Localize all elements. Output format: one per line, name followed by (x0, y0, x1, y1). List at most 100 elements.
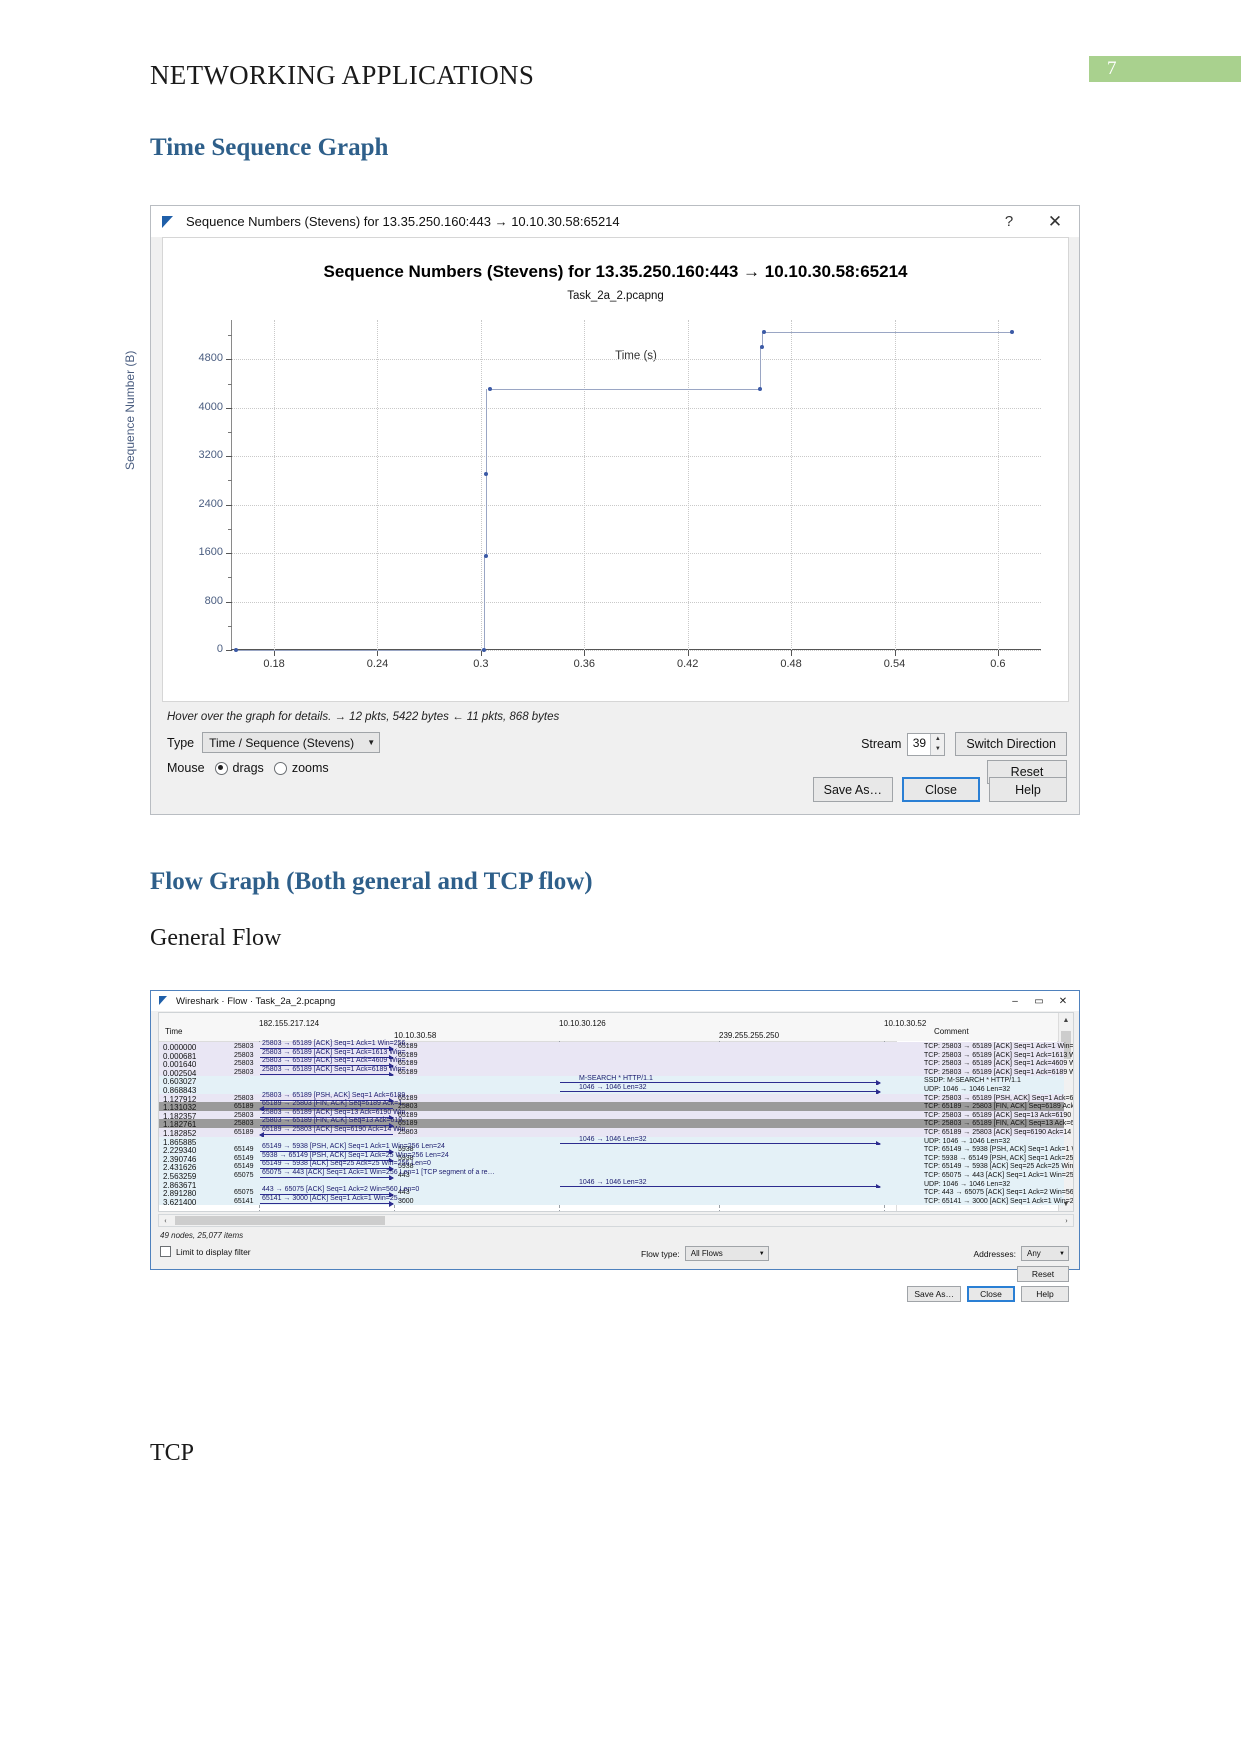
y-tick-mark (226, 504, 232, 506)
y-minor-tick (228, 432, 232, 434)
gridline-horizontal (231, 601, 1041, 603)
maximize-icon[interactable]: ▭ (1027, 991, 1051, 1011)
minimize-icon[interactable]: – (1003, 991, 1027, 1011)
flow-source-port: 65141 (234, 1197, 254, 1205)
type-label: Type (167, 735, 195, 750)
gridline-vertical (791, 320, 793, 650)
flow-arrow (560, 1140, 881, 1147)
y-minor-tick (228, 625, 232, 627)
flow-arrow (260, 1175, 394, 1181)
flow-source-port: 65149 (234, 1154, 254, 1162)
help-button[interactable]: Help (989, 777, 1067, 802)
stepper-down-icon[interactable]: ▼ (931, 744, 944, 755)
flow-column-header: 239.255.255.250 (719, 1031, 780, 1040)
y-tick-label: 4800 (198, 352, 223, 365)
chevron-down-icon: ▼ (1059, 1250, 1065, 1257)
heading-general-flow: General Flow (150, 925, 282, 951)
scroll-up-icon[interactable]: ▲ (1059, 1013, 1073, 1027)
radio-zooms-label: zooms (291, 761, 329, 775)
page-number-badge: 7 (1089, 56, 1241, 82)
wireshark-fin-icon (159, 996, 170, 1006)
radio-drags-label: drags (232, 761, 264, 775)
close-icon[interactable]: ✕ (1035, 206, 1075, 237)
flow-arrow-label: 1046 → 1046 Len=32 (579, 1178, 647, 1186)
data-point (484, 472, 489, 477)
flow-arrow-label: 65075 → 443 [ACK] Seq=1 Ack=1 Win=256 Le… (262, 1169, 495, 1176)
flow-arrow (260, 1200, 394, 1207)
scroll-left-icon[interactable]: ‹ (159, 1215, 172, 1226)
x-tick-label: 0.54 (883, 658, 906, 670)
heading-tcp: TCP (150, 1440, 195, 1466)
flow-status-text: 49 nodes, 25,077 items (160, 1231, 244, 1240)
flow-comment: TCP: 25803 → 65189 [ACK] Seq=1 Ack=1613 … (924, 1051, 1074, 1059)
help-button[interactable]: Help (1021, 1286, 1069, 1302)
x-tick-label: 0.6 (990, 658, 1006, 670)
chart-plot-area[interactable]: Sequence Number (B) Time (s) 0 800 1600 240… (123, 320, 1041, 670)
sequence-dialog-titlebar: Sequence Numbers (Stevens) for 13.35.250… (151, 206, 1079, 237)
stream-stepper[interactable]: 39 ▲ ▼ (907, 732, 946, 756)
gridline-vertical (894, 320, 896, 650)
radio-drags[interactable] (214, 761, 228, 775)
flow-arrow (260, 1071, 394, 1078)
addresses-dropdown[interactable]: Any ▼ (1021, 1246, 1069, 1261)
limit-filter-checkbox[interactable] (160, 1246, 171, 1257)
x-tick-mark (997, 650, 999, 656)
flow-comment: UDP: 1046 → 1046 Len=32 (924, 1137, 1011, 1145)
document-page: NETWORKING APPLICATIONS 7 Time Sequence … (0, 0, 1241, 1754)
gridline-vertical (480, 320, 482, 650)
flow-type-dropdown[interactable]: All Flows ▼ (684, 1246, 769, 1261)
save-as-button[interactable]: Save As… (907, 1286, 961, 1302)
limit-filter-label: Limit to display filter (176, 1246, 251, 1257)
flow-comment: UDP: 1046 → 1046 Len=32 (924, 1086, 1011, 1093)
flow-source-port: 65075 (234, 1189, 254, 1197)
flow-source-port: 25803 (234, 1060, 254, 1068)
flow-comment: TCP: 65189 → 25803 [FIN, ACK] Seq=6189 A… (924, 1103, 1074, 1111)
stepper-arrows[interactable]: ▲ ▼ (930, 733, 945, 755)
sequence-dialog-title: Sequence Numbers (Stevens) for 13.35.250… (186, 214, 620, 229)
limit-to-display-filter-row[interactable]: Limit to display filter (160, 1246, 251, 1257)
close-button[interactable]: Close (967, 1286, 1015, 1302)
gridline-horizontal (231, 359, 1041, 361)
chevron-down-icon: ▼ (758, 1250, 765, 1257)
sequence-chart-canvas[interactable]: Sequence Numbers (Stevens) for 13.35.250… (123, 237, 1069, 702)
flow-comment: TCP: 443 → 65075 [ACK] Seq=1 Ack=2 Win=5… (924, 1189, 1074, 1197)
reset-button[interactable]: Reset (1017, 1266, 1069, 1282)
flow-source-port: 65189 (234, 1129, 254, 1136)
x-tick-mark (894, 650, 896, 656)
scrollbar-thumb[interactable] (175, 1216, 385, 1225)
page-title: NETWORKING APPLICATIONS (150, 60, 535, 90)
close-icon[interactable]: ✕ (1051, 991, 1075, 1011)
help-icon[interactable]: ? (989, 206, 1029, 237)
flow-comment: TCP: 25803 → 65189 [FIN, ACK] Seq=13 Ack… (924, 1120, 1074, 1128)
flow-source-port: 65149 (234, 1163, 254, 1171)
stepper-up-icon[interactable]: ▲ (931, 734, 944, 745)
addresses-row: Addresses: Any ▼ (973, 1246, 1069, 1261)
data-point (761, 329, 766, 334)
graph-hover-hint: Hover over the graph for details. → 12 p… (167, 711, 560, 723)
flow-diagram-area[interactable]: Time 182.155.217.124 10.10.30.58 10.10.30.1… (158, 1012, 1074, 1212)
gridline-horizontal (231, 553, 1041, 555)
flow-arrow-label: 65189 → 25803 [FIN, ACK] Seq=6189 Ack=1… (262, 1100, 410, 1108)
flow-comment: TCP: 65149 → 5938 [PSH, ACK] Seq=1 Ack=1… (924, 1146, 1074, 1154)
radio-zooms[interactable] (273, 761, 287, 775)
data-point (482, 648, 487, 652)
flow-comment: TCP: 65141 → 3000 [ACK] Seq=1 Ack=1 Win=… (924, 1197, 1074, 1205)
y-tick-label: 0 (216, 643, 223, 655)
data-point (759, 345, 764, 350)
scroll-right-icon[interactable]: › (1060, 1215, 1073, 1226)
switch-direction-button[interactable]: Switch Direction (955, 732, 1067, 756)
flow-source-port: 25803 (234, 1094, 254, 1102)
flow-horizontal-scrollbar[interactable]: ‹ › (158, 1214, 1074, 1227)
close-button[interactable]: Close (902, 777, 980, 802)
x-tick-label: 0.18 (263, 658, 285, 670)
chart-subtitle: Task_2a_2.pcapng (567, 290, 664, 302)
flow-comment: TCP: 25803 → 65189 [ACK] Seq=1 Ack=1 Win… (924, 1043, 1074, 1050)
flow-arrow-label: 25803 → 65189 [ACK] Seq=1 Ack=4609 Win=… (262, 1057, 413, 1065)
graph-type-dropdown[interactable]: Time / Sequence (Stevens) ▼ (202, 732, 381, 753)
stream-value: 39 (912, 735, 927, 750)
save-as-button[interactable]: Save As… (812, 777, 893, 802)
x-tick-label: 0.48 (780, 658, 802, 670)
y-axis-label: Sequence Number (B) (123, 350, 137, 470)
y-minor-tick (228, 383, 232, 385)
flow-arrow-label: M-SEARCH * HTTP/1.1 (579, 1075, 653, 1083)
